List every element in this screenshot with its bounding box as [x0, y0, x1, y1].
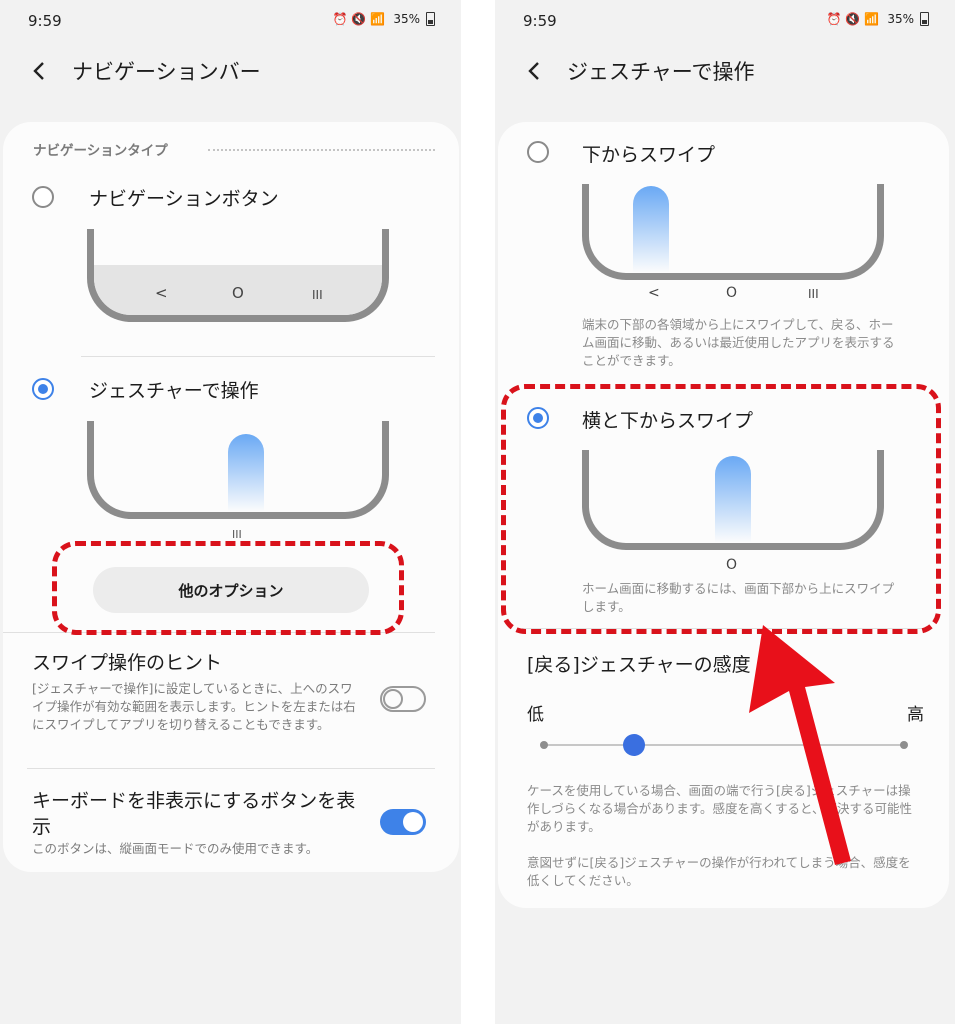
- wifi-icon: 📶: [864, 12, 880, 26]
- home-nav-icon: O: [232, 284, 244, 302]
- slider-thumb[interactable]: [623, 734, 645, 756]
- recents-nav-icon: III: [312, 288, 323, 302]
- annotation-arrow-icon: [749, 625, 851, 865]
- swipe-indicator: [228, 434, 264, 512]
- radio-navigation-buttons[interactable]: [32, 186, 54, 208]
- status-time: 9:59: [28, 12, 62, 30]
- swipe-from-bottom-desc: 端末の下部の各領域から上にスワイプして、戻る、ホーム画面に移動、あるいは最近使用…: [582, 317, 895, 368]
- section-label: ナビゲーションタイプ: [33, 143, 168, 159]
- toggle-knob: [383, 689, 403, 709]
- wifi-icon: 📶: [370, 12, 386, 26]
- keyboard-button-toggle[interactable]: [380, 809, 426, 835]
- nav-bar-settings-screen: 9:59 ⏰ 🔇 📶 35% ナビゲーションバー ナビゲーションタイプ ナビゲー…: [0, 0, 461, 1024]
- alarm-icon: ⏰: [826, 12, 842, 26]
- mute-icon: 🔇: [845, 12, 861, 26]
- option-gestures-label: ジェスチャーで操作: [89, 380, 259, 402]
- radio-gestures[interactable]: [32, 378, 54, 400]
- sensitivity-note-unintended: 意図せずに[戻る]ジェスチャーの操作が行われてしまう場合、感度を低くしてください…: [527, 855, 911, 888]
- gesture-settings-screen: 9:59 ⏰ 🔇 📶 35% ジェスチャーで操作 下からスワイプ < O III…: [495, 0, 955, 1024]
- settings-card: ナビゲーションタイプ ナビゲーションボタン < O III ジェスチャーで操作 …: [3, 122, 459, 872]
- gestures-preview[interactable]: [87, 421, 389, 519]
- battery-percent: 35%: [393, 12, 420, 26]
- swipe-hint-toggle[interactable]: [380, 686, 426, 712]
- toggle-knob: [403, 812, 423, 832]
- status-icons: ⏰ 🔇 📶 35%: [826, 12, 929, 26]
- alarm-icon: ⏰: [332, 12, 348, 26]
- app-header: ナビゲーションバー: [28, 56, 261, 86]
- status-bar: 9:59 ⏰ 🔇 📶 35%: [0, 12, 461, 32]
- keyboard-button-desc: このボタンは、縦画面モードでのみ使用できます。: [32, 841, 319, 856]
- mute-icon: 🔇: [351, 12, 367, 26]
- back-button[interactable]: [28, 60, 50, 82]
- option-swipe-from-bottom-label: 下からスワイプ: [582, 144, 716, 166]
- sensitivity-note-case: ケースを使用している場合、画面の端で行う[戻る]ジェスチャーは操作しづらくなる場…: [527, 783, 913, 834]
- page-title: ジェスチャーで操作: [567, 60, 755, 84]
- battery-percent: 35%: [887, 12, 914, 26]
- slider-step-dot[interactable]: [900, 741, 908, 749]
- back-nav-icon: <: [155, 284, 168, 302]
- keyboard-button-title: キーボードを非表示にするボタンを表示: [32, 790, 356, 838]
- swipe-hint-desc: [ジェスチャーで操作]に設定しているときに、上へのスワイプ操作が有効な範囲を表示…: [32, 681, 356, 732]
- highlight-box: [52, 541, 404, 635]
- divider: [27, 768, 435, 769]
- page-title: ナビゲーションバー: [72, 60, 261, 84]
- swipe-indicator: [633, 186, 669, 273]
- battery-icon: [920, 12, 929, 26]
- navigation-buttons-preview[interactable]: < O III: [87, 229, 389, 322]
- highlight-box: [501, 384, 941, 634]
- divider: [81, 356, 435, 357]
- app-header: ジェスチャーで操作: [523, 56, 755, 86]
- status-bar: 9:59 ⏰ 🔇 📶 35%: [495, 12, 955, 32]
- status-time: 9:59: [523, 12, 557, 30]
- chevron-left-icon: [33, 62, 44, 80]
- gesture-handle-icon: III: [232, 528, 242, 541]
- swipe-from-bottom-preview[interactable]: [582, 184, 884, 280]
- back-button[interactable]: [523, 60, 545, 82]
- sensitivity-high-label: 高: [907, 705, 924, 725]
- swipe-hint-title: スワイプ操作のヒント: [32, 652, 223, 674]
- recents-nav-icon: III: [808, 287, 819, 301]
- option-navigation-buttons-label: ナビゲーションボタン: [89, 188, 279, 210]
- section-divider: [208, 149, 435, 151]
- radio-swipe-from-bottom[interactable]: [527, 141, 549, 163]
- back-nav-icon: <: [648, 285, 660, 301]
- battery-icon: [426, 12, 435, 26]
- status-icons: ⏰ 🔇 📶 35%: [332, 12, 435, 26]
- sensitivity-low-label: 低: [527, 705, 544, 725]
- chevron-left-icon: [528, 62, 539, 80]
- home-nav-icon: O: [726, 285, 738, 301]
- slider-step-dot[interactable]: [540, 741, 548, 749]
